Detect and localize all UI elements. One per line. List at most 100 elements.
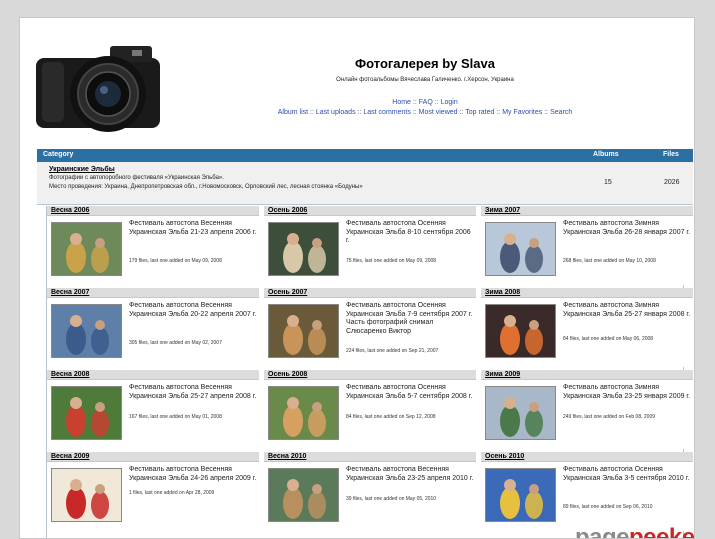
page: Фотогалерея by Slava Онлайн фотоальбомы … bbox=[19, 17, 695, 539]
album-file-info: 39 files, last one added on May 05, 2010 bbox=[346, 496, 437, 502]
top-nav: Home :: FAQ :: Login bbox=[300, 99, 550, 106]
album-header: Осень 2010 bbox=[481, 452, 693, 462]
nav-link-album-list[interactable]: Album list bbox=[278, 109, 308, 116]
camera-logo bbox=[34, 36, 162, 136]
album-grid: Весна 2006 Фестиваль автостопа Весенняя У… bbox=[46, 206, 693, 538]
album-header: Зима 2007 bbox=[481, 206, 693, 216]
nav-link-last-uploads[interactable]: Last uploads bbox=[316, 109, 356, 116]
header-category: Category bbox=[43, 151, 74, 158]
forest-people-photo[interactable] bbox=[51, 386, 122, 440]
album-description: Фестиваль автостопа Осенняя Украинская Э… bbox=[346, 384, 473, 400]
category-link[interactable]: Украинские Эльбы bbox=[49, 166, 115, 173]
album-title-link[interactable]: Осень 2007 bbox=[268, 289, 307, 296]
album-description: Фестиваль автостопа Весенняя Украинская … bbox=[129, 220, 257, 236]
album-file-info: 167 files, last one added on May 01, 200… bbox=[129, 414, 222, 420]
album-description: Фестиваль автостопа Зимняя Украинская Эл… bbox=[563, 384, 691, 400]
album-description: Фестиваль автостопа Осенняя Украинская Э… bbox=[563, 466, 690, 482]
album-file-info: 75 files, last one added on May 09, 2008 bbox=[346, 258, 437, 264]
category-table-header: Category Albums Files bbox=[37, 149, 693, 162]
nav-separator: :: bbox=[496, 109, 501, 116]
album-header: Весна 2009 bbox=[47, 452, 259, 462]
album-row: Весна 2008 Фестиваль автостопа Весенняя У… bbox=[47, 370, 693, 449]
site-subtitle: Онлайн фотоальбомы Вячеслава Галиченко. … bbox=[336, 77, 514, 83]
nav-link-search[interactable]: Search bbox=[550, 109, 572, 116]
dog-photo[interactable] bbox=[268, 222, 339, 276]
album-file-info: 89 files, last one added on Sep 06, 2010 bbox=[563, 504, 653, 510]
album-header: Осень 2008 bbox=[264, 370, 476, 380]
album-file-info: 305 files, last one added on May 02, 200… bbox=[129, 340, 222, 346]
album-cell: Осень 2006 Фестиваль автостопа Осенняя Ук… bbox=[264, 206, 476, 285]
album-description: Фестиваль автостопа Весенняя Украинская … bbox=[346, 466, 474, 482]
album-title-link[interactable]: Осень 2006 bbox=[268, 207, 307, 214]
album-description: Фестиваль автостопа Зимняя Украинская Эл… bbox=[563, 302, 691, 318]
album-row: Весна 2009 Фестиваль автостопа Весенняя У… bbox=[47, 452, 693, 531]
album-header: Зима 2009 bbox=[481, 370, 693, 380]
album-file-info: 84 files, last one added on Sep 12, 2008 bbox=[346, 414, 436, 420]
magazine-cover-photo[interactable] bbox=[51, 468, 122, 522]
nav-link-most-viewed[interactable]: Most viewed bbox=[419, 109, 458, 116]
album-count: 15 bbox=[604, 179, 612, 186]
album-cell: Зима 2009 Фестиваль автостопа Зимняя Укра… bbox=[481, 370, 693, 449]
album-file-info: 224 files, last one added on Sep 21, 200… bbox=[346, 348, 439, 354]
album-description: Фестиваль автостопа Осенняя Украинская Э… bbox=[346, 302, 473, 335]
album-title-link[interactable]: Весна 2010 bbox=[268, 453, 306, 460]
album-cell: Зима 2007 Фестиваль автостопа Зимняя Укра… bbox=[481, 206, 693, 285]
album-description: Фестиваль автостопа Зимняя Украинская Эл… bbox=[563, 220, 691, 236]
camp-photo[interactable] bbox=[268, 468, 339, 522]
album-header: Весна 2010 bbox=[264, 452, 476, 462]
album-cell: Весна 2007 Фестиваль автостопа Весенняя У… bbox=[47, 288, 259, 367]
album-title-link[interactable]: Весна 2007 bbox=[51, 289, 89, 296]
album-cell: Весна 2009 Фестиваль автостопа Весенняя У… bbox=[47, 452, 259, 531]
blue-tent-photo[interactable] bbox=[485, 468, 556, 522]
nav-link-home[interactable]: Home bbox=[392, 99, 411, 106]
album-file-info: 249 files, last one added on Feb 08, 200… bbox=[563, 414, 656, 420]
album-title-link[interactable]: Осень 2008 bbox=[268, 371, 307, 378]
album-cell: Зима 2008 Фестиваль автостопа Зимняя Укра… bbox=[481, 288, 693, 367]
nav-separator: :: bbox=[434, 99, 439, 106]
nav-separator: :: bbox=[459, 109, 464, 116]
nav-separator: :: bbox=[357, 109, 362, 116]
album-row: Весна 2007 Фестиваль автостопа Весенняя У… bbox=[47, 288, 693, 367]
album-description: Фестиваль автостопа Весенняя Украинская … bbox=[129, 302, 257, 318]
crowd-photo[interactable] bbox=[268, 386, 339, 440]
album-file-info: 1 files, last one added on Apr 28, 2009 bbox=[129, 490, 215, 496]
album-title-link[interactable]: Осень 2010 bbox=[485, 453, 524, 460]
nav-separator: :: bbox=[310, 109, 314, 116]
header-albums: Albums bbox=[593, 151, 619, 158]
nav-link-login[interactable]: Login bbox=[441, 99, 458, 106]
campfire-photo[interactable] bbox=[485, 304, 556, 358]
header-files: Files bbox=[663, 151, 679, 158]
album-title-link[interactable]: Весна 2008 bbox=[51, 371, 89, 378]
album-description: Фестиваль автостопа Весенняя Украинская … bbox=[129, 384, 257, 400]
nav-separator: :: bbox=[412, 99, 417, 106]
nav-link-top-rated[interactable]: Top rated bbox=[465, 109, 494, 116]
album-cell: Весна 2008 Фестиваль автостопа Весенняя У… bbox=[47, 370, 259, 449]
album-cell: Весна 2010 Фестиваль автостопа Весенняя У… bbox=[264, 452, 476, 531]
two-people-photo[interactable] bbox=[51, 222, 122, 276]
nav-separator: :: bbox=[412, 109, 417, 116]
category-row: Украинские Эльбы Фотографии с автопоробн… bbox=[37, 162, 693, 205]
album-description: Фестиваль автостопа Весенняя Украинская … bbox=[129, 466, 257, 482]
album-title-link[interactable]: Зима 2009 bbox=[485, 371, 520, 378]
nav-link-my-favorites[interactable]: My Favorites bbox=[502, 109, 542, 116]
album-title-link[interactable]: Зима 2008 bbox=[485, 289, 520, 296]
nav-link-last-comments[interactable]: Last comments bbox=[363, 109, 410, 116]
snow-camp-photo[interactable] bbox=[485, 222, 556, 276]
album-title-link[interactable]: Весна 2009 bbox=[51, 453, 89, 460]
main-nav: Album list :: Last uploads :: Last comme… bbox=[220, 109, 630, 116]
album-file-info: 179 files, last one added on May 09, 200… bbox=[129, 258, 222, 264]
album-file-info: 84 files, last one added on May 06, 2008 bbox=[563, 336, 654, 342]
album-header: Осень 2007 bbox=[264, 288, 476, 298]
category-location: Место проведения: Украина, Днепропетровс… bbox=[49, 184, 363, 190]
album-title-link[interactable]: Зима 2007 bbox=[485, 207, 520, 214]
nav-link-faq[interactable]: FAQ bbox=[419, 99, 433, 106]
site-title: Фотогалерея by Slava bbox=[355, 56, 495, 71]
pagepeeker-watermark: pagepeeker bbox=[575, 524, 695, 539]
people-group-photo[interactable] bbox=[51, 304, 122, 358]
roasted-meat-photo[interactable] bbox=[268, 304, 339, 358]
category-description: Фотографии с автопоробного фестиваля «Ук… bbox=[49, 175, 224, 181]
album-header: Осень 2006 bbox=[264, 206, 476, 216]
album-title-link[interactable]: Весна 2006 bbox=[51, 207, 89, 214]
album-header: Весна 2007 bbox=[47, 288, 259, 298]
winter-people-photo[interactable] bbox=[485, 386, 556, 440]
